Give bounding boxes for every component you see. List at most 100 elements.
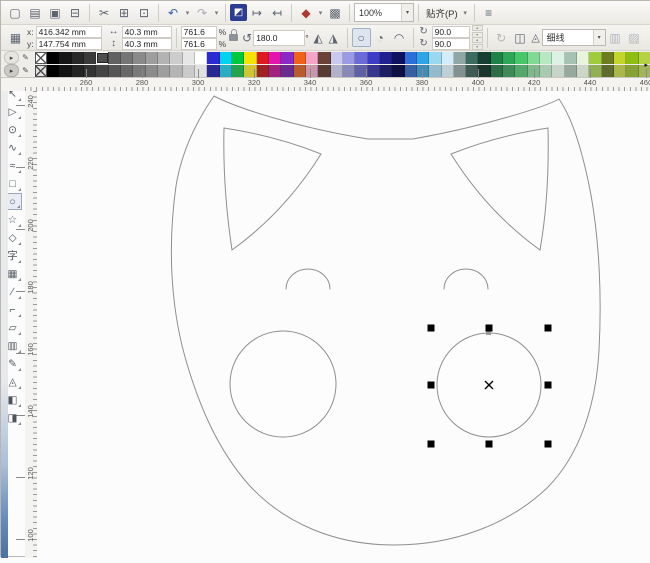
wrap-text-icon[interactable]: ◫ bbox=[511, 28, 530, 47]
palette-swatch[interactable] bbox=[207, 64, 220, 77]
palette-swatch[interactable] bbox=[71, 51, 84, 64]
palette-swatch[interactable] bbox=[47, 51, 60, 64]
lock-ratio-icon[interactable] bbox=[229, 29, 239, 41]
object-height-field[interactable]: 40.3 mm bbox=[121, 37, 172, 50]
right-eyebrow-arc[interactable] bbox=[443, 268, 489, 290]
options-icon[interactable]: ≡ bbox=[479, 3, 499, 23]
palette-swatch[interactable] bbox=[194, 51, 208, 64]
object-width-field[interactable]: 40.3 mm bbox=[121, 25, 172, 38]
arc-mode-button[interactable]: ◠ bbox=[390, 28, 409, 47]
drawing-canvas[interactable] bbox=[37, 91, 650, 558]
copy-icon[interactable]: ⊞ bbox=[114, 3, 134, 23]
left-eyebrow-arc[interactable] bbox=[285, 268, 331, 290]
palette-swatch[interactable] bbox=[379, 51, 393, 64]
palette-swatch[interactable] bbox=[244, 51, 257, 64]
palette-swatch[interactable] bbox=[145, 64, 158, 77]
scale-h-field[interactable]: 761.6 bbox=[180, 25, 217, 38]
palette-swatch[interactable] bbox=[589, 64, 602, 77]
rotation-angle-field[interactable]: 180.0 bbox=[253, 29, 306, 46]
palette-swatch[interactable] bbox=[601, 51, 615, 64]
palette-swatch[interactable] bbox=[453, 64, 467, 77]
palette-swatch[interactable] bbox=[219, 64, 232, 77]
palette-swatch[interactable] bbox=[540, 64, 553, 77]
palette-swatch[interactable] bbox=[182, 51, 195, 64]
palette-swatch[interactable] bbox=[577, 51, 590, 64]
palette-scroll-arrow-icon[interactable]: ▸ bbox=[644, 61, 648, 69]
paste-icon[interactable]: ⊡ bbox=[134, 3, 154, 23]
outline-width-dropdown-arrow[interactable]: ▾ bbox=[592, 30, 605, 45]
left-cheek-circle[interactable] bbox=[229, 330, 337, 438]
palette-swatch[interactable] bbox=[231, 64, 245, 77]
palette-swatch[interactable] bbox=[515, 64, 528, 77]
palette-swatch[interactable] bbox=[305, 64, 319, 77]
undo-dropdown-arrow[interactable]: ▾ bbox=[183, 3, 192, 23]
palette-swatch[interactable] bbox=[170, 51, 183, 64]
palette-swatch[interactable] bbox=[133, 64, 146, 77]
redo-icon[interactable]: ↷ bbox=[192, 3, 212, 23]
palette-flyout-icon[interactable]: ▸ bbox=[4, 64, 19, 77]
palette-swatch[interactable] bbox=[207, 51, 220, 64]
palette-swatch[interactable] bbox=[96, 64, 109, 77]
open-icon[interactable]: ▤ bbox=[25, 3, 45, 23]
palette-swatch[interactable] bbox=[268, 51, 282, 64]
palette-swatch[interactable] bbox=[404, 51, 417, 64]
search-content-icon[interactable]: ◩ bbox=[230, 4, 247, 21]
cut-icon[interactable]: ✂ bbox=[94, 3, 114, 23]
palette-swatch[interactable] bbox=[626, 51, 639, 64]
palette-swatch[interactable] bbox=[453, 51, 467, 64]
palette-swatch[interactable] bbox=[157, 64, 171, 77]
print-icon[interactable]: ⊟ bbox=[65, 3, 85, 23]
y-position-field[interactable]: 147.754 mm bbox=[35, 37, 102, 50]
launcher-dropdown-arrow[interactable]: ▾ bbox=[316, 3, 325, 23]
outline-width-combo[interactable]: 细线 ▾ bbox=[541, 29, 606, 46]
format-text-icon[interactable]: ▥ bbox=[606, 28, 625, 47]
palette-swatch[interactable] bbox=[404, 64, 417, 77]
change-direction-icon[interactable]: ↻ bbox=[492, 28, 511, 47]
palette-swatch[interactable] bbox=[182, 64, 195, 77]
palette-swatch[interactable] bbox=[133, 51, 146, 64]
x-position-field[interactable]: 416.342 mm bbox=[35, 25, 102, 38]
edit-text-icon[interactable]: ▨ bbox=[625, 28, 644, 47]
end-angle-field[interactable]: 90.0 bbox=[431, 37, 470, 50]
palette-swatch[interactable] bbox=[490, 64, 504, 77]
palette-swatch[interactable] bbox=[293, 64, 306, 77]
palette-swatch[interactable] bbox=[626, 64, 639, 77]
palette-swatch[interactable] bbox=[527, 51, 541, 64]
palette-swatch[interactable] bbox=[490, 51, 504, 64]
palette-swatch[interactable] bbox=[108, 51, 121, 64]
palette-swatch[interactable] bbox=[564, 64, 578, 77]
palette-swatch[interactable] bbox=[392, 51, 405, 64]
no-color-swatch[interactable] bbox=[35, 51, 47, 64]
start-angle-field[interactable]: 90.0 bbox=[431, 25, 470, 38]
scale-v-field[interactable]: 761.6 bbox=[180, 37, 217, 50]
palette-swatch[interactable] bbox=[478, 64, 491, 77]
palette-swatch[interactable] bbox=[466, 64, 479, 77]
palette-swatch[interactable] bbox=[342, 64, 356, 77]
ellipse-mode-button[interactable]: ○ bbox=[351, 28, 371, 47]
palette-swatch[interactable] bbox=[478, 51, 491, 64]
palette-swatch[interactable] bbox=[515, 51, 528, 64]
palette-swatch[interactable] bbox=[59, 64, 72, 77]
palette-swatch[interactable] bbox=[231, 51, 245, 64]
snap-to-label[interactable]: 贴齐(P) bbox=[423, 6, 461, 20]
palette-swatch[interactable] bbox=[342, 51, 356, 64]
palette-swatch[interactable] bbox=[318, 51, 331, 64]
pie-mode-button[interactable]: ◔ bbox=[371, 28, 390, 47]
palette-swatch[interactable] bbox=[281, 51, 294, 64]
palette-swatch[interactable] bbox=[552, 64, 565, 77]
palette-swatch[interactable] bbox=[441, 51, 454, 64]
zoom-level-combo[interactable]: 100% ▾ bbox=[354, 3, 414, 22]
palette-swatch[interactable] bbox=[416, 64, 430, 77]
no-color-swatch[interactable] bbox=[35, 64, 47, 77]
palette-eyedropper-icon[interactable]: ✎ bbox=[19, 52, 32, 63]
horizontal-ruler[interactable]: 260 280 300 320 340 360 380 400 420 440 460 bbox=[25, 69, 650, 92]
end-angle-down-spinner[interactable]: ▾ bbox=[471, 44, 483, 50]
palette-swatch[interactable] bbox=[108, 64, 121, 77]
palette-flyout-icon[interactable]: ▸ bbox=[4, 51, 19, 64]
export-icon[interactable]: ↤ bbox=[267, 3, 287, 23]
palette-swatch[interactable] bbox=[256, 51, 269, 64]
palette-swatch[interactable] bbox=[614, 64, 627, 77]
save-icon[interactable]: ▣ bbox=[45, 3, 65, 23]
import-icon[interactable]: ↦ bbox=[247, 3, 267, 23]
snap-dropdown-arrow[interactable]: ▾ bbox=[461, 3, 470, 23]
